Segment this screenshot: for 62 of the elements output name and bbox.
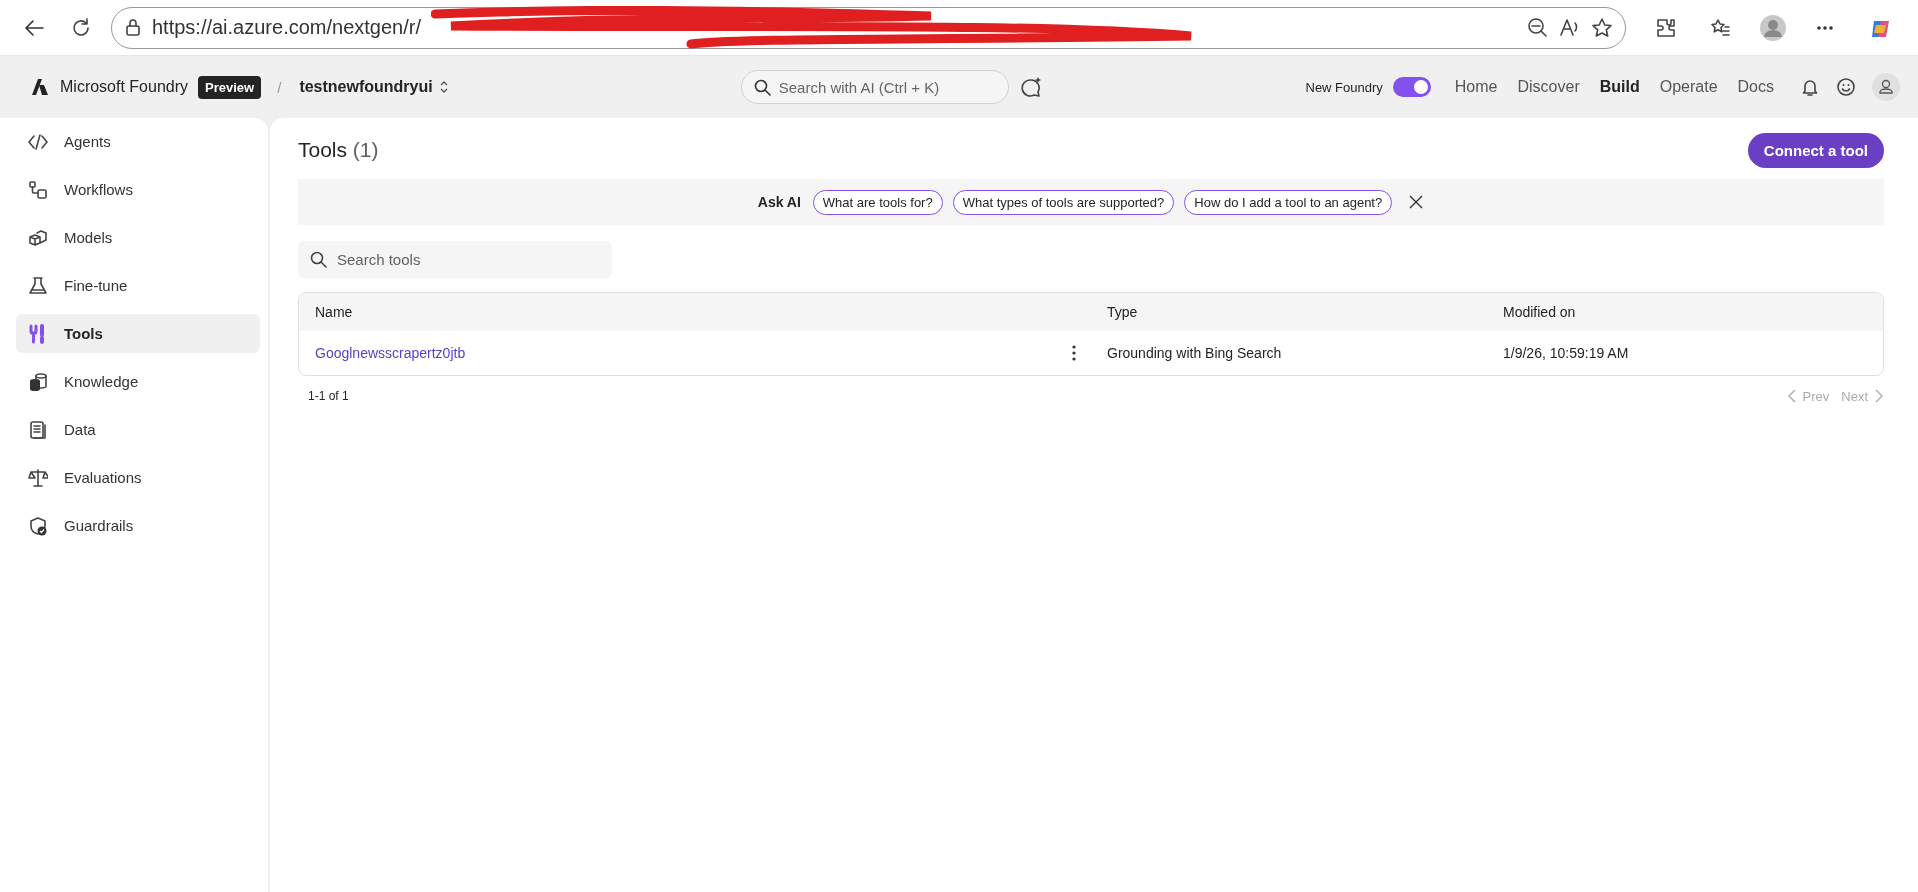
- smiley-icon[interactable]: [1836, 77, 1856, 97]
- sidebar-item[interactable]: Models: [16, 218, 260, 257]
- nav-link[interactable]: Docs: [1737, 78, 1774, 96]
- table-cell-text: Grounding with Bing Search: [1106, 345, 1283, 361]
- toggle-label: New Foundry: [1305, 79, 1383, 95]
- chat-sparkle-icon[interactable]: [1020, 76, 1043, 98]
- page-summary: 1-1 of 1: [308, 389, 349, 403]
- foundry-logo: [30, 77, 50, 97]
- star-icon[interactable]: [1590, 16, 1613, 39]
- chevron-up-down-icon: [438, 80, 449, 94]
- column-header: Name: [314, 304, 354, 320]
- nav-link[interactable]: Build: [1599, 78, 1640, 96]
- page-title: Tools (1): [298, 138, 379, 162]
- workflow-icon: [28, 179, 48, 200]
- user-avatar[interactable]: [1872, 73, 1900, 101]
- sidebar-item[interactable]: Workflows: [16, 170, 260, 209]
- search-field[interactable]: Search tools: [298, 241, 612, 278]
- sidebar-item[interactable]: Tools: [16, 314, 260, 353]
- suggestion-chip[interactable]: How do I add a tool to an agent?: [1184, 189, 1393, 215]
- favorites-icon[interactable]: [1709, 16, 1732, 39]
- search-field[interactable]: Search with AI (Ctrl + K): [740, 70, 1009, 104]
- database-icon: [28, 371, 48, 392]
- zoom-out-icon[interactable]: [1526, 16, 1549, 39]
- brand-name: Microsoft Foundry: [60, 78, 189, 96]
- ask-ai-label: Ask AI: [757, 194, 801, 210]
- bell-icon[interactable]: [1800, 77, 1820, 97]
- project-selector[interactable]: testnewfoundryui: [299, 78, 449, 96]
- document-icon: [28, 419, 48, 440]
- shield-check-icon: [28, 515, 48, 536]
- suggestion-chip[interactable]: What types of tools are supported?: [952, 189, 1175, 215]
- breadcrumb-separator: /: [277, 78, 282, 96]
- sidebar-item[interactable]: Evaluations: [16, 458, 260, 497]
- search-icon: [310, 251, 327, 268]
- connect-tool-button[interactable]: Connect a tool: [1747, 132, 1884, 168]
- sidebar-item[interactable]: Fine-tune: [16, 266, 260, 305]
- close-icon[interactable]: [1408, 194, 1425, 210]
- nav-link[interactable]: Discover: [1517, 78, 1580, 96]
- tool-name-link[interactable]: Googlnewsscrapertz0jtb: [315, 345, 466, 361]
- flask-icon: [28, 275, 48, 296]
- sidebar-item[interactable]: Data: [16, 410, 260, 449]
- extensions-icon[interactable]: [1654, 16, 1677, 39]
- chevron-right-icon: [1874, 389, 1884, 403]
- url-text: https://ai.azure.com/nextgen/r/: [151, 16, 421, 39]
- scales-icon: [28, 467, 48, 488]
- search-icon: [753, 78, 771, 96]
- preview-badge: Preview: [198, 75, 262, 99]
- sidebar-item[interactable]: Agents: [16, 122, 260, 161]
- sidebar-item[interactable]: Knowledge: [16, 362, 260, 401]
- code-icon: [28, 131, 48, 152]
- nav-link[interactable]: Home: [1454, 78, 1498, 96]
- column-header: Modified on: [1502, 304, 1577, 320]
- more-vertical-icon[interactable]: [1071, 344, 1077, 362]
- sidebar-item[interactable]: Guardrails: [16, 506, 260, 545]
- new-foundry-toggle[interactable]: [1392, 77, 1431, 97]
- chevron-left-icon: [1786, 389, 1797, 403]
- column-header: Type: [1106, 304, 1139, 320]
- lock-icon: [123, 17, 142, 38]
- cube-icon: [28, 227, 48, 248]
- suggestion-chip[interactable]: What are tools for?: [812, 189, 943, 215]
- table-cell-text: 1/9/26, 10:59:19 AM: [1502, 345, 1630, 361]
- profile-avatar[interactable]: [1759, 14, 1786, 41]
- nav-link[interactable]: Operate: [1659, 78, 1718, 96]
